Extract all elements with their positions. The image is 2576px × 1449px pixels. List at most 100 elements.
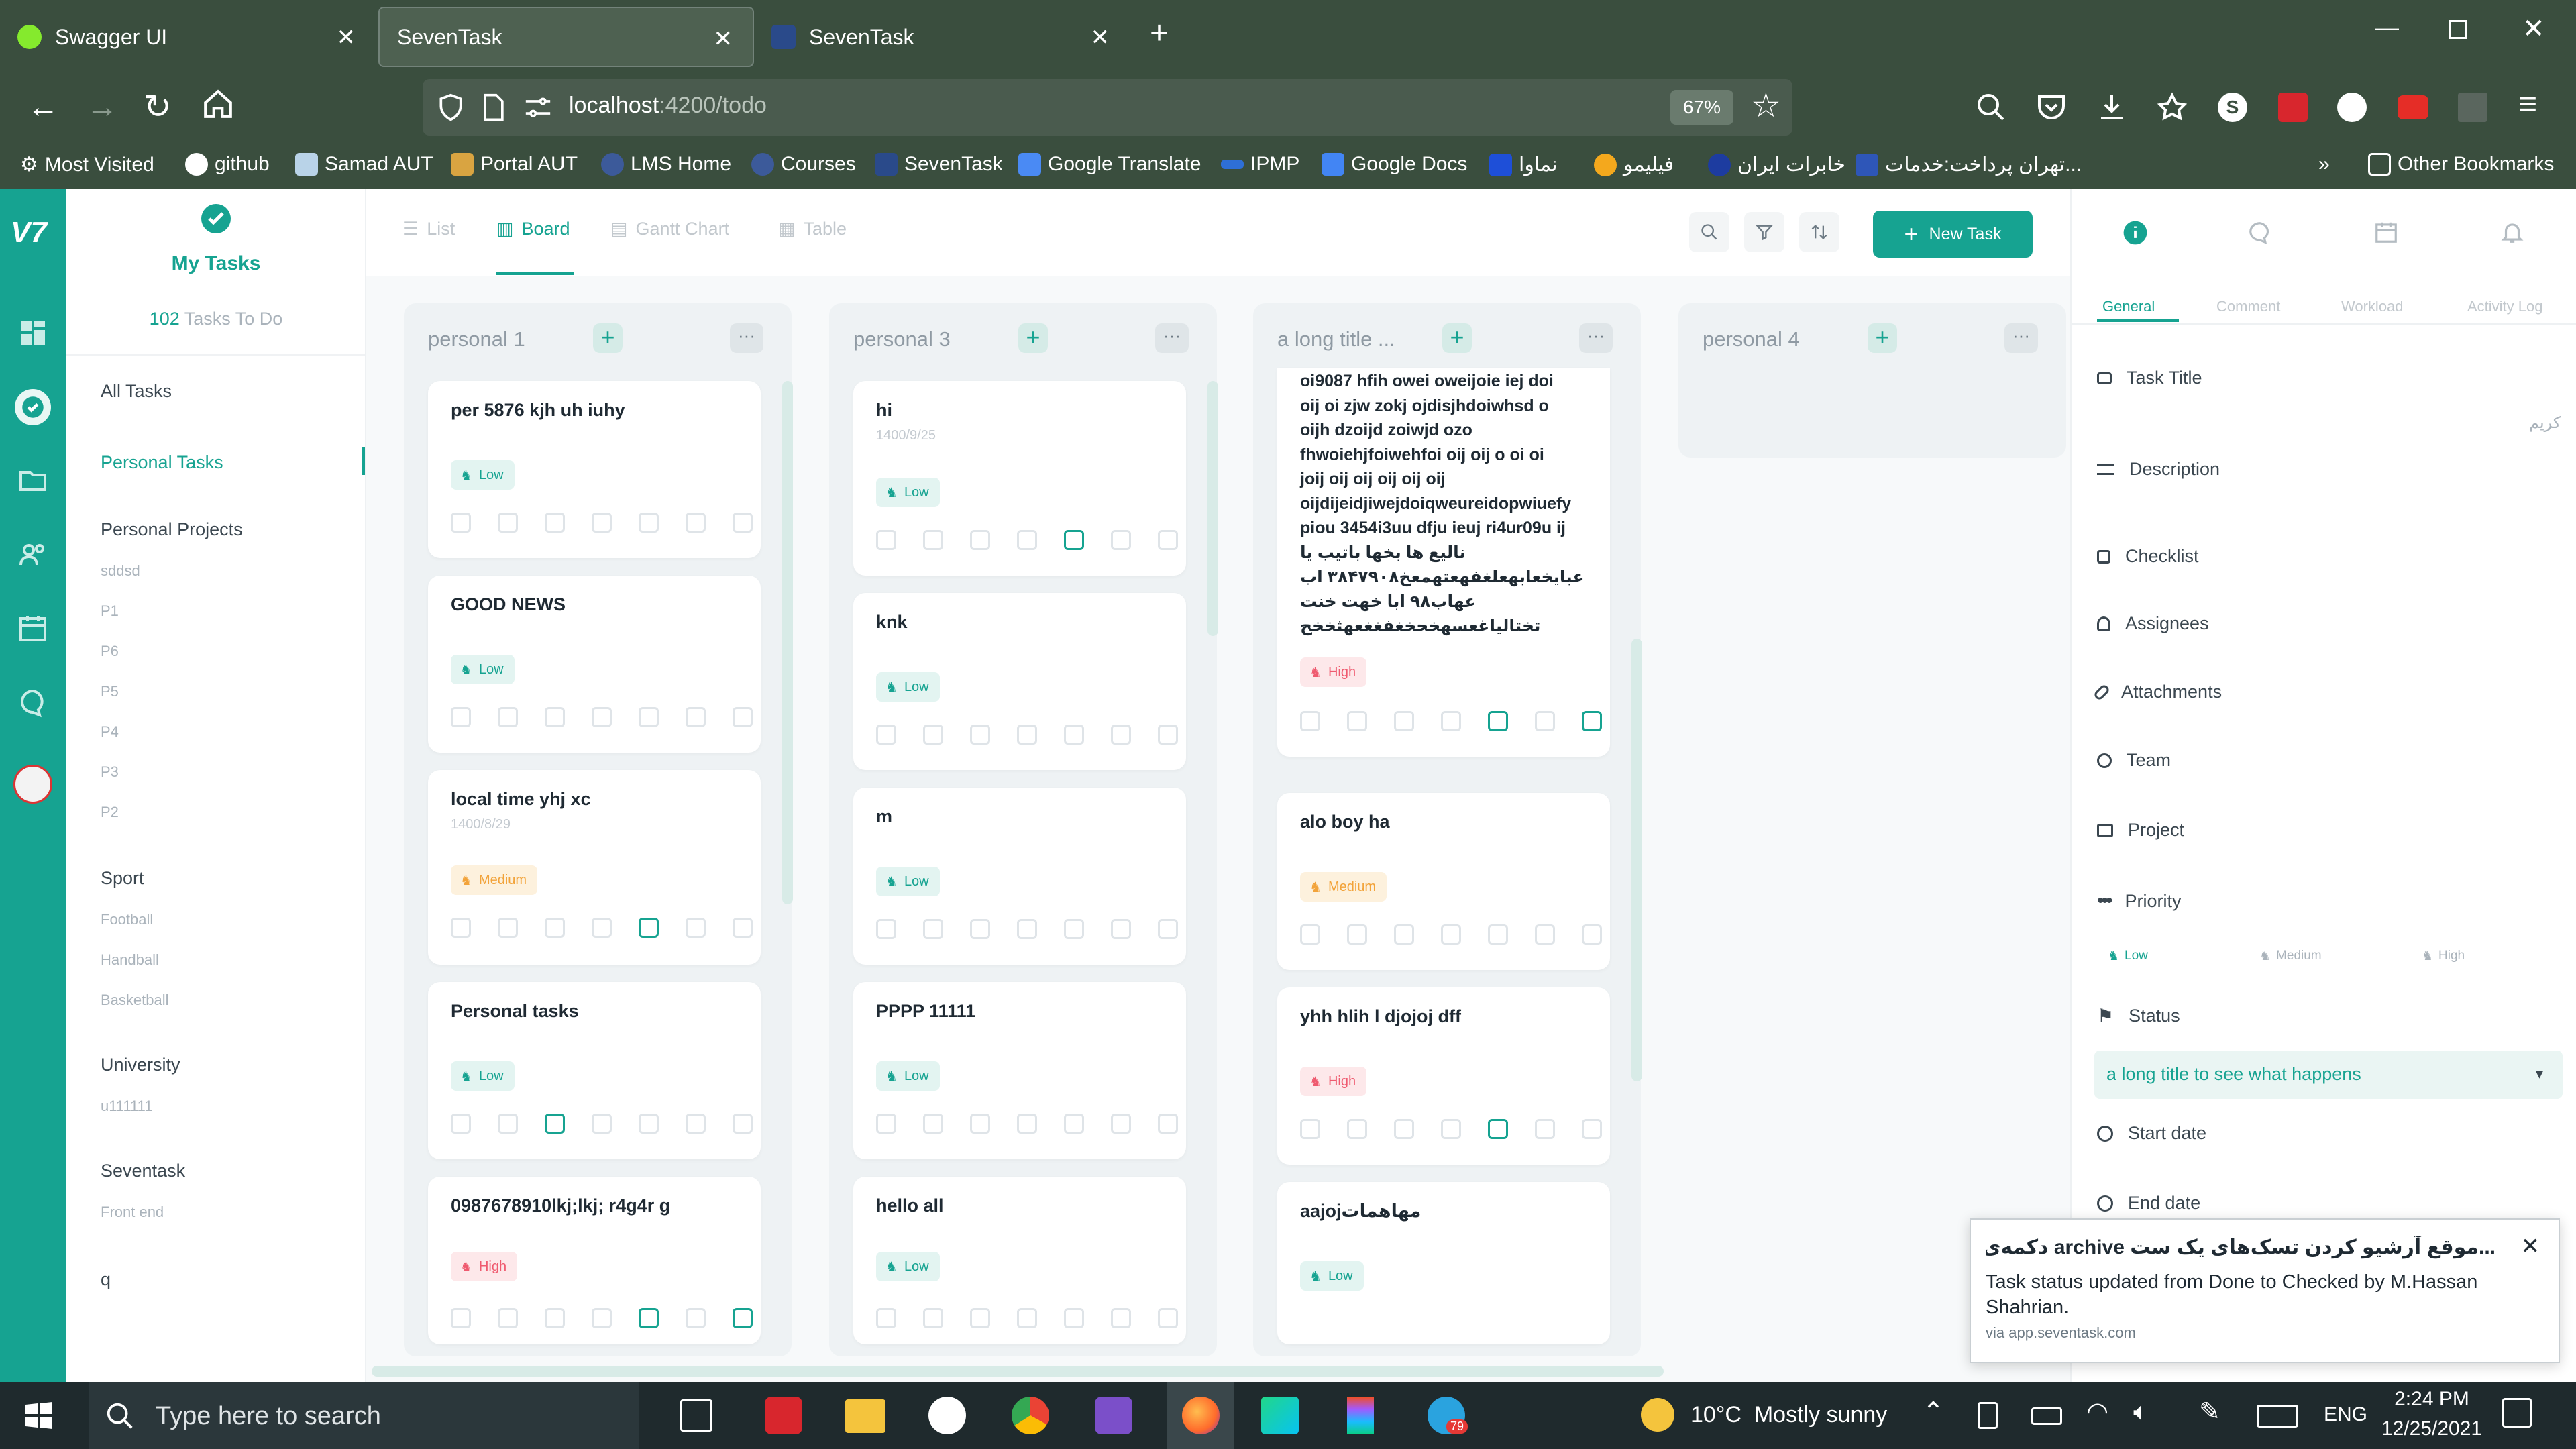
priority-option-high[interactable]: ♞ High [2422,949,2465,964]
history-icon[interactable] [970,919,990,939]
task-card[interactable]: GOOD NEWS ♞ Low [428,576,761,753]
history-icon[interactable] [1394,1119,1414,1139]
field-checklist[interactable]: Checklist [2097,546,2199,567]
project-icon[interactable] [923,1114,943,1134]
project-icon[interactable] [498,707,518,727]
chrome-icon[interactable] [1012,1397,1049,1434]
field-description[interactable]: Description [2097,459,2220,480]
zoom-level[interactable]: 67% [1670,90,1733,125]
bookmark-mokhaberat[interactable]: خابرات ایران [1708,153,1845,176]
checklist-icon[interactable] [733,513,753,533]
extension-pdf-icon[interactable] [2278,93,2308,122]
tab-seventask-active[interactable]: SevenTask ✕ [378,7,754,67]
close-tab-icon[interactable]: ✕ [714,25,733,52]
column-title[interactable]: personal 3 [853,327,951,352]
close-window-button[interactable]: ✕ [2522,13,2545,44]
alarm-icon[interactable] [1017,530,1037,550]
volume-icon[interactable]: 🔈︎ [2133,1398,2149,1427]
column-title[interactable]: a long title ... [1277,327,1395,352]
priority-option-medium[interactable]: ♞ Medium [2259,949,2322,964]
taskbar-app-icon[interactable] [765,1397,802,1434]
file-explorer-icon[interactable] [845,1399,885,1433]
assignee-icon[interactable] [876,1308,896,1328]
sidebar-project-item[interactable]: Front end [101,1203,164,1221]
task-card[interactable]: hi 1400/9/25 ♞ Low [853,381,1186,576]
field-team[interactable]: Team [2097,750,2171,771]
project-icon[interactable] [498,1308,518,1328]
task-card[interactable]: Personal tasks ♞ Low [428,982,761,1159]
task-card[interactable]: aajojمهاهمات ♞ Low [1277,1182,1610,1344]
download-icon[interactable] [2096,91,2128,123]
task-card[interactable]: m ♞ Low [853,788,1186,965]
description-icon[interactable] [1488,924,1508,945]
project-icon[interactable] [923,1308,943,1328]
bookmark-ipmp[interactable]: IPMP [1221,153,1299,176]
checklist-icon[interactable] [733,1308,753,1328]
add-card-button[interactable]: + [1442,323,1472,353]
tab-board[interactable]: ▥ Board [496,219,570,239]
folder-icon[interactable] [17,464,49,496]
checklist-icon[interactable] [1582,924,1602,945]
task-card[interactable]: local time yhj xc 1400/8/29 ♞ Medium [428,770,761,965]
sidebar-project-item[interactable]: P4 [101,723,119,741]
bell-icon[interactable] [2500,219,2525,246]
alarm-icon[interactable] [1017,1308,1037,1328]
history-icon[interactable] [970,530,990,550]
minimize-button[interactable]: — [2375,13,2399,42]
close-icon[interactable]: ✕ [2521,1233,2540,1260]
collections-icon[interactable] [2156,91,2188,123]
checklist-icon[interactable] [1158,1114,1178,1134]
assignee-icon[interactable] [451,1114,471,1134]
alarm-icon[interactable] [592,513,612,533]
column-title[interactable]: personal 4 [1703,327,1800,352]
column-scrollbar[interactable] [1631,639,1642,1081]
description-icon[interactable] [1488,1119,1508,1139]
device-icon[interactable] [1978,1402,1998,1429]
extension-w-icon[interactable] [2337,93,2367,122]
project-icon[interactable] [498,1114,518,1134]
status-icon[interactable] [1535,1119,1555,1139]
permissions-icon[interactable] [523,94,553,121]
history-icon[interactable] [545,513,565,533]
bookmark-star-icon[interactable]: ☆ [1751,86,1781,125]
bookmark-other[interactable]: Other Bookmarks [2368,153,2554,176]
task-card[interactable]: yhh hlih l djojoj dff ♞ High [1277,987,1610,1165]
task-card[interactable]: per 5876 kjh uh iuhy ♞ Low [428,381,761,558]
bookmark-google-docs[interactable]: Google Docs [1322,153,1467,176]
history-icon[interactable] [545,1114,565,1134]
bookmark-courses[interactable]: Courses [751,153,856,176]
description-icon[interactable] [639,918,659,938]
sidebar-item-q[interactable]: q [101,1269,111,1290]
tab-swagger[interactable]: Swagger UI ✕ [0,7,376,67]
history-icon[interactable] [970,1308,990,1328]
bookmark-tehran-pay[interactable]: تهران پرداخت:خدمات... [1856,153,2082,176]
board-horizontal-scrollbar[interactable] [372,1366,1664,1377]
priority-option-low[interactable]: ♞ Low [2108,949,2148,964]
field-attachments[interactable]: Attachments [2092,682,2222,702]
status-icon[interactable] [1111,724,1131,745]
assignee-icon[interactable] [1300,1119,1320,1139]
reload-button[interactable]: ↻ [144,87,172,126]
status-icon[interactable] [686,1114,706,1134]
assignee-icon[interactable] [451,513,471,533]
description-icon[interactable] [639,707,659,727]
sidebar-item-university[interactable]: University [101,1055,180,1075]
assignee-icon[interactable] [876,530,896,550]
clock[interactable]: 2:24 PM 12/25/2021 [2375,1385,2489,1444]
wifi-icon[interactable]: ◠ [2086,1397,2108,1427]
calendar-icon[interactable] [2373,219,2399,246]
dashboard-icon[interactable] [17,317,49,349]
new-task-button[interactable]: + New Task [1873,211,2033,258]
status-icon[interactable] [1111,1308,1131,1328]
panel-tab-activity-log[interactable]: Activity Log [2467,298,2543,315]
column-scrollbar[interactable] [782,381,793,904]
sort-button[interactable] [1799,212,1839,252]
firefox-taskbar-active[interactable] [1167,1382,1234,1449]
alarm-icon[interactable] [1441,924,1461,945]
status-icon[interactable] [686,918,706,938]
assignee-icon[interactable] [451,707,471,727]
description-icon[interactable] [1064,1308,1084,1328]
language-indicator[interactable]: ENG [2324,1403,2367,1426]
project-icon[interactable] [1347,924,1367,945]
filter-button[interactable] [1744,212,1784,252]
